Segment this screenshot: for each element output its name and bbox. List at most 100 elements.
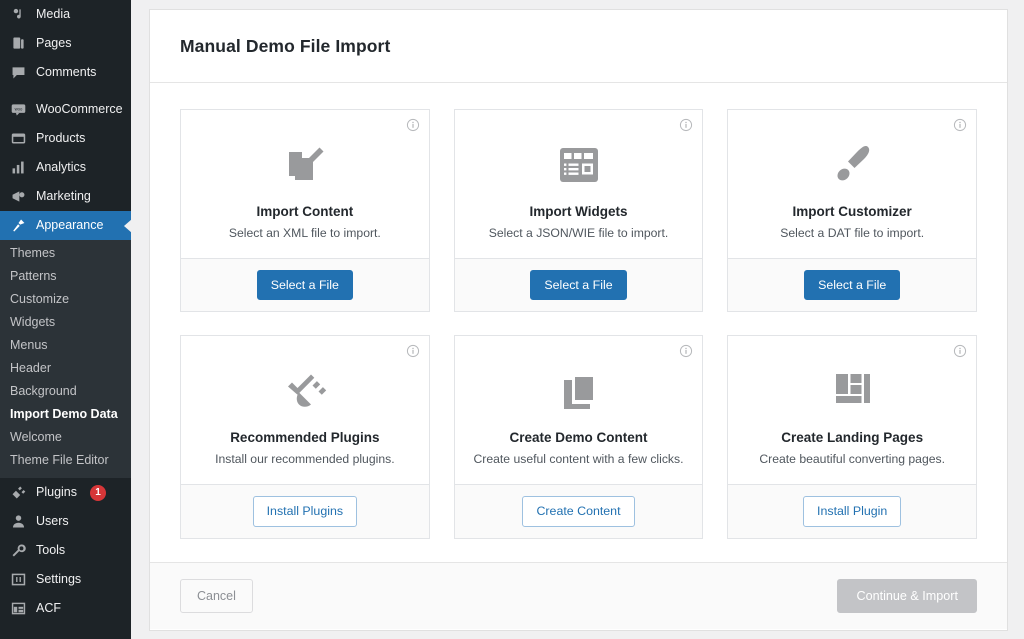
card-body: Import Content Select an XML file to imp… xyxy=(181,110,429,258)
info-icon[interactable] xyxy=(953,344,967,358)
sidebar-item-label: Analytics xyxy=(36,161,86,174)
active-arrow-icon xyxy=(124,219,131,233)
info-icon[interactable] xyxy=(406,344,420,358)
media-icon xyxy=(9,5,28,24)
card-footer: Install Plugin xyxy=(728,484,976,537)
settings-icon xyxy=(9,570,28,589)
acf-icon xyxy=(9,599,28,618)
sidebar-item-label: Products xyxy=(36,132,85,145)
cancel-button[interactable]: Cancel xyxy=(180,579,253,613)
admin-sidebar: Media Pages Comments woo WooCommerce xyxy=(0,0,131,639)
plugins-update-badge: 1 xyxy=(90,485,106,501)
sidebar-item-import-demo-data[interactable]: Import Demo Data xyxy=(0,403,131,426)
card-body: Import Customizer Select a DAT file to i… xyxy=(728,110,976,258)
sidebar-item-theme-file-editor[interactable]: Theme File Editor xyxy=(0,449,131,472)
users-icon xyxy=(9,512,28,531)
admin-screen: Media Pages Comments woo WooCommerce xyxy=(0,0,1024,639)
sidebar-item-settings[interactable]: Settings xyxy=(0,565,131,594)
panel-footer: Cancel Continue & Import xyxy=(150,562,1007,629)
card-row-1: Import Content Select an XML file to imp… xyxy=(180,109,977,312)
sidebar-item-acf[interactable]: ACF xyxy=(0,594,131,623)
info-icon[interactable] xyxy=(679,118,693,132)
sidebar-item-comments[interactable]: Comments xyxy=(0,58,131,87)
card-title: Import Customizer xyxy=(793,204,912,219)
card-description: Create beautiful converting pages. xyxy=(759,452,945,466)
sidebar-divider-1 xyxy=(0,87,131,95)
sidebar-item-label: WooCommerce xyxy=(36,103,123,116)
widgets-panel-icon xyxy=(555,134,603,196)
info-icon[interactable] xyxy=(953,118,967,132)
tools-icon xyxy=(9,541,28,560)
card-description: Select an XML file to import. xyxy=(229,226,381,240)
plugins-icon xyxy=(9,483,28,502)
install-plugins-button[interactable]: Install Plugins xyxy=(253,496,357,526)
sidebar-item-label: Appearance xyxy=(36,219,103,232)
sidebar-item-label: Tools xyxy=(36,544,65,557)
cards-container: Import Content Select an XML file to imp… xyxy=(150,83,1007,539)
appearance-submenu: Themes Patterns Customize Widgets Menus … xyxy=(0,240,131,478)
card-title: Create Landing Pages xyxy=(781,430,923,445)
select-file-button[interactable]: Select a File xyxy=(804,270,900,300)
select-file-button[interactable]: Select a File xyxy=(257,270,353,300)
import-panel: Manual Demo File Import xyxy=(149,9,1008,631)
sidebar-item-pages[interactable]: Pages xyxy=(0,29,131,58)
card-footer: Select a File xyxy=(181,258,429,311)
panel-header: Manual Demo File Import xyxy=(150,10,1007,83)
products-icon xyxy=(9,129,28,148)
sidebar-item-tools[interactable]: Tools xyxy=(0,536,131,565)
continue-import-button[interactable]: Continue & Import xyxy=(837,579,977,613)
info-icon[interactable] xyxy=(406,118,420,132)
sidebar-item-products[interactable]: Products xyxy=(0,124,131,153)
sidebar-item-woocommerce[interactable]: woo WooCommerce xyxy=(0,95,131,124)
select-file-button[interactable]: Select a File xyxy=(530,270,626,300)
sidebar-item-analytics[interactable]: Analytics xyxy=(0,153,131,182)
card-create-landing-pages: Create Landing Pages Create beautiful co… xyxy=(727,335,977,538)
woocommerce-icon: woo xyxy=(9,100,28,119)
main-content: Manual Demo File Import xyxy=(131,0,1024,639)
card-import-customizer: Import Customizer Select a DAT file to i… xyxy=(727,109,977,312)
install-plugin-button[interactable]: Install Plugin xyxy=(803,496,901,526)
card-description: Select a JSON/WIE file to import. xyxy=(489,226,668,240)
sidebar-item-label: Plugins xyxy=(36,486,77,499)
card-body: Create Landing Pages Create beautiful co… xyxy=(728,336,976,484)
card-body: Recommended Plugins Install our recommen… xyxy=(181,336,429,484)
card-import-widgets: Import Widgets Select a JSON/WIE file to… xyxy=(454,109,704,312)
marketing-icon xyxy=(9,187,28,206)
card-title: Import Widgets xyxy=(529,204,627,219)
sidebar-item-themes[interactable]: Themes xyxy=(0,242,131,265)
sidebar-item-widgets[interactable]: Widgets xyxy=(0,311,131,334)
sidebar-item-welcome[interactable]: Welcome xyxy=(0,426,131,449)
stacked-pages-icon xyxy=(556,360,602,422)
card-title: Create Demo Content xyxy=(509,430,647,445)
sidebar-item-plugins[interactable]: Plugins 1 xyxy=(0,478,131,507)
page-title: Manual Demo File Import xyxy=(180,36,977,57)
card-footer: Select a File xyxy=(455,258,703,311)
sidebar-item-patterns[interactable]: Patterns xyxy=(0,265,131,288)
appearance-icon xyxy=(9,216,28,235)
sidebar-item-media[interactable]: Media xyxy=(0,0,131,29)
card-body: Import Widgets Select a JSON/WIE file to… xyxy=(455,110,703,258)
card-title: Recommended Plugins xyxy=(230,430,379,445)
card-description: Select a DAT file to import. xyxy=(780,226,924,240)
card-footer: Install Plugins xyxy=(181,484,429,537)
sidebar-item-label: Comments xyxy=(36,66,96,79)
layout-grid-icon xyxy=(829,360,875,422)
paintbrush-icon xyxy=(828,134,876,196)
sidebar-item-customize[interactable]: Customize xyxy=(0,288,131,311)
create-content-button[interactable]: Create Content xyxy=(522,496,634,526)
page-pencil-icon xyxy=(279,134,331,196)
sidebar-item-header[interactable]: Header xyxy=(0,357,131,380)
sidebar-item-users[interactable]: Users xyxy=(0,507,131,536)
card-import-content: Import Content Select an XML file to imp… xyxy=(180,109,430,312)
card-row-2: Recommended Plugins Install our recommen… xyxy=(180,335,977,538)
info-icon[interactable] xyxy=(679,344,693,358)
sidebar-item-background[interactable]: Background xyxy=(0,380,131,403)
card-create-demo-content: Create Demo Content Create useful conten… xyxy=(454,335,704,538)
sidebar-item-label: Settings xyxy=(36,573,81,586)
sidebar-item-appearance[interactable]: Appearance xyxy=(0,211,131,240)
card-footer: Select a File xyxy=(728,258,976,311)
sidebar-item-marketing[interactable]: Marketing xyxy=(0,182,131,211)
card-footer: Create Content xyxy=(455,484,703,537)
pages-icon xyxy=(9,34,28,53)
sidebar-item-menus[interactable]: Menus xyxy=(0,334,131,357)
